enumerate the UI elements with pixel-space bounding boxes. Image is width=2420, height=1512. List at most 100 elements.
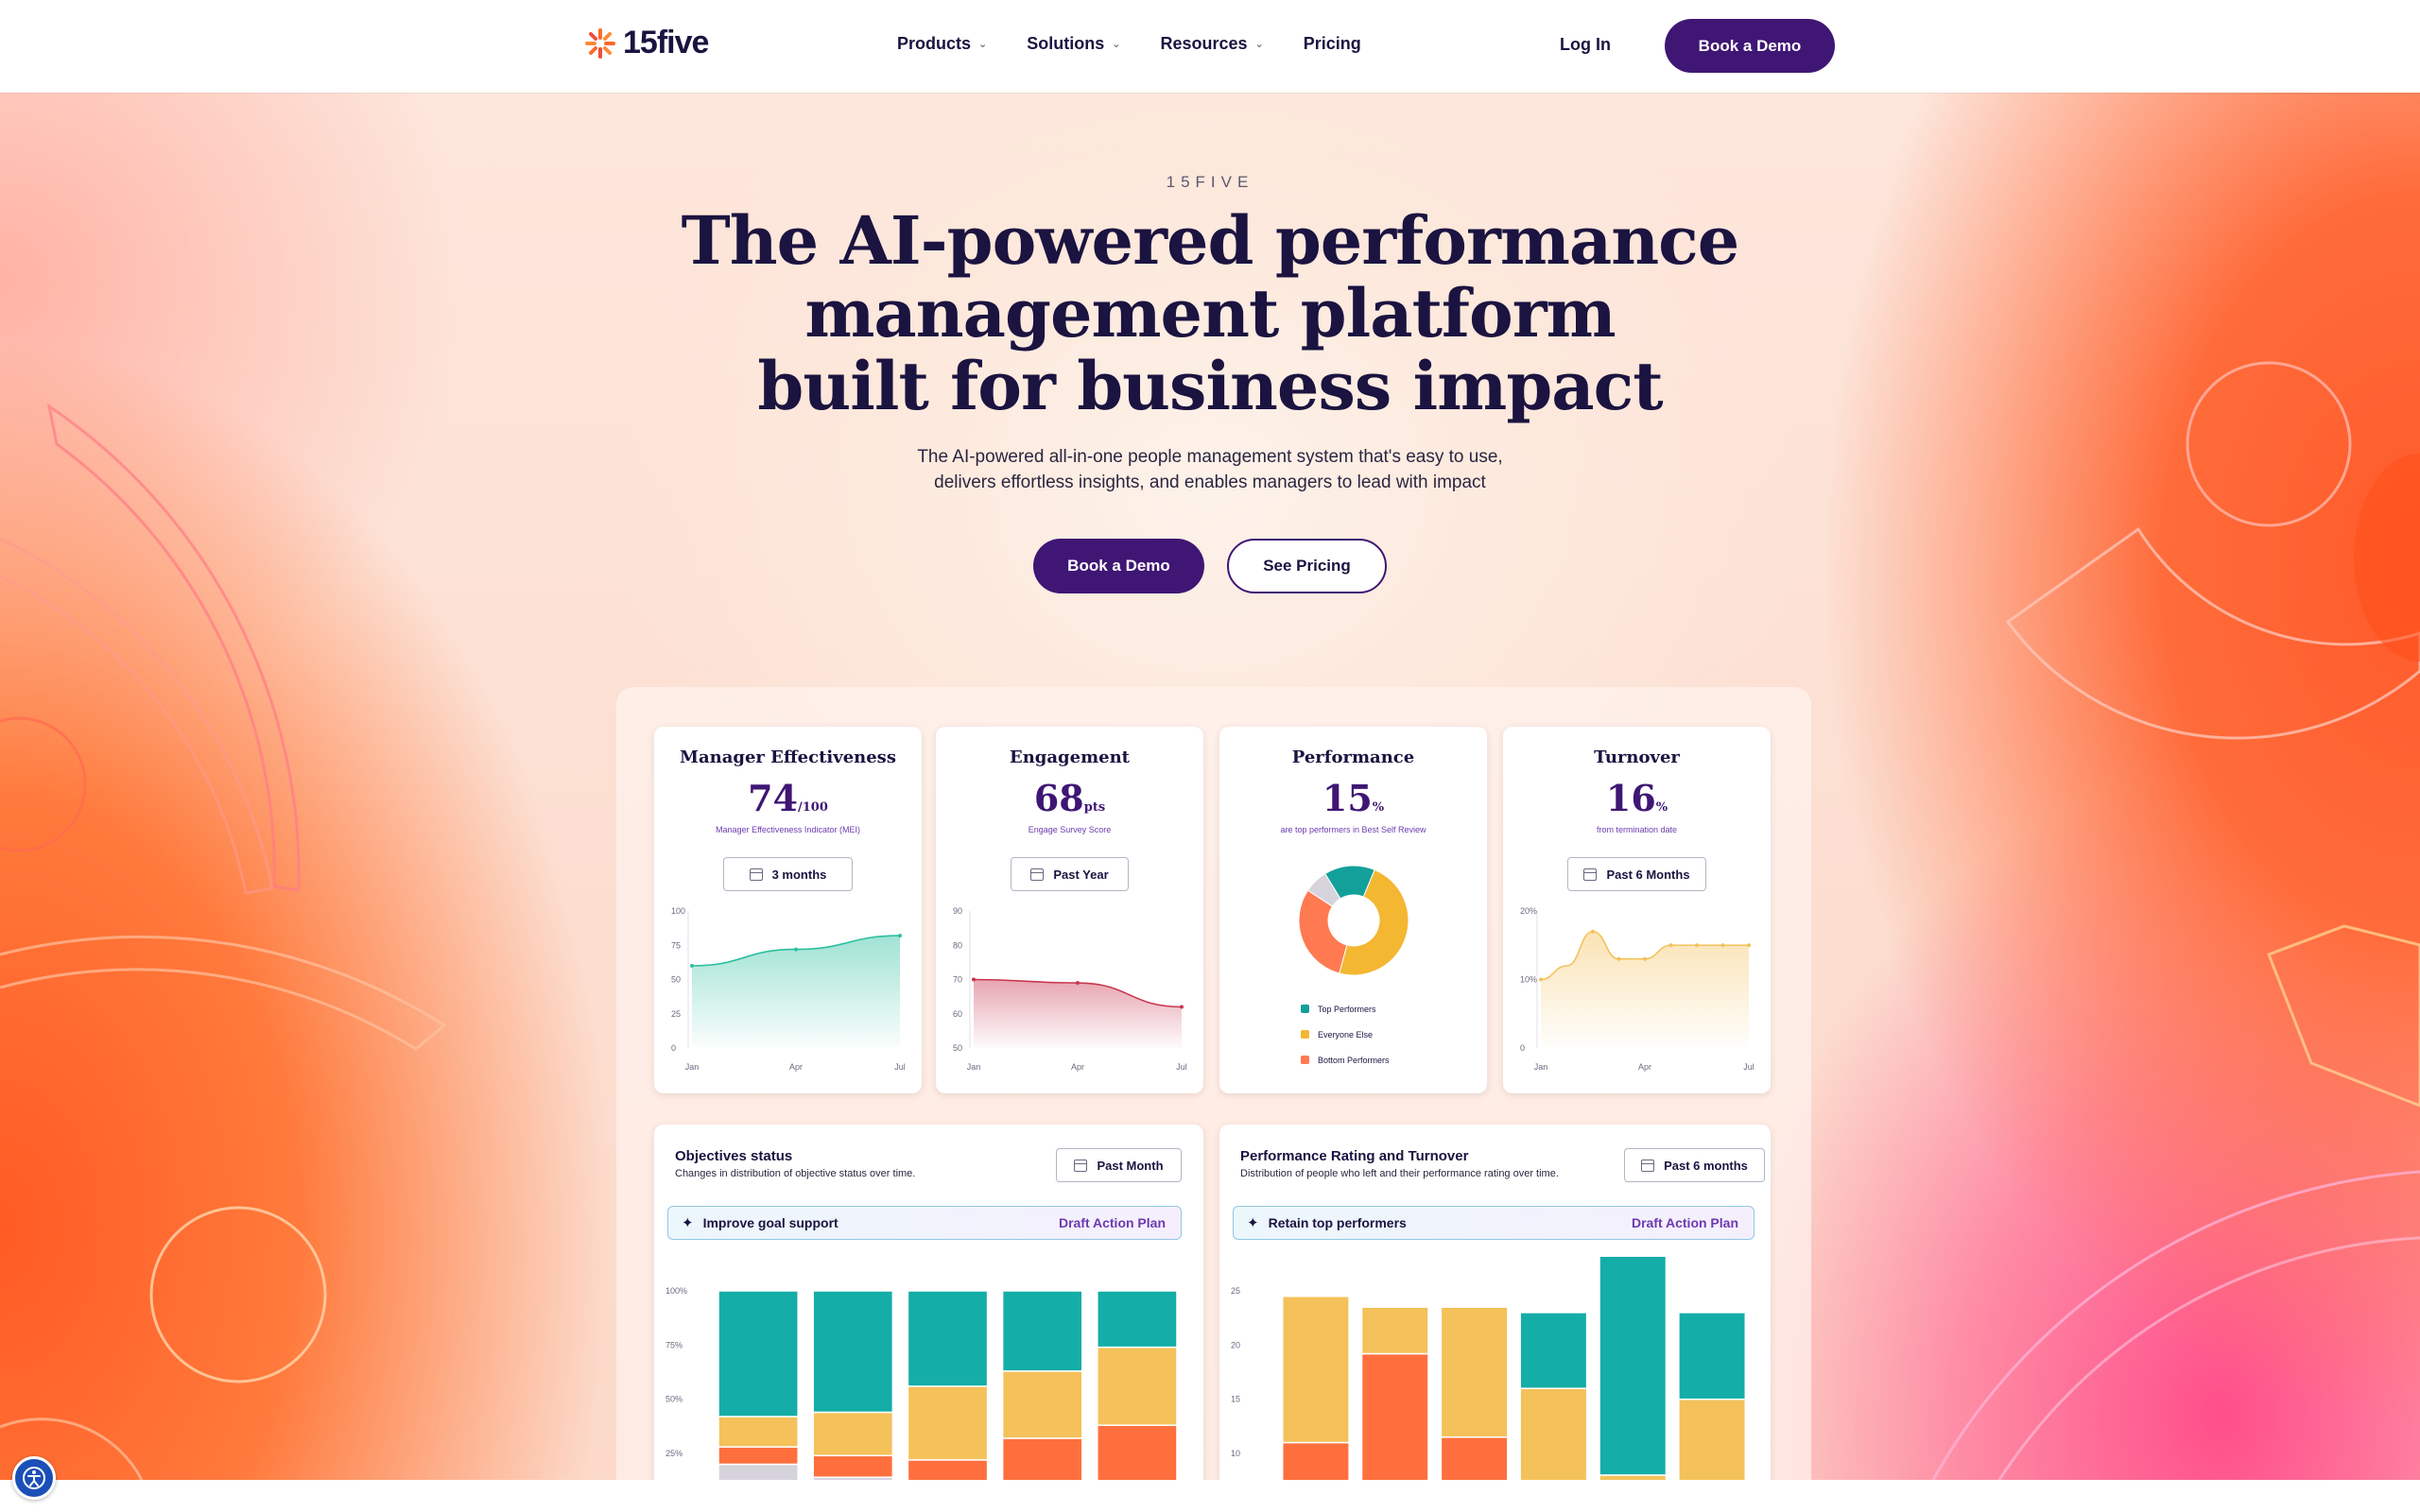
metric-number: 16 [1605, 777, 1656, 819]
nav-book-demo-button[interactable]: Book a Demo [1665, 19, 1835, 73]
bar-segment [1360, 1352, 1429, 1480]
card-title: Manager Effectiveness [680, 747, 896, 767]
sun-burst-icon [585, 27, 615, 59]
y-tick-label: 100 [671, 906, 685, 916]
accessibility-widget-button[interactable] [12, 1456, 56, 1500]
metric-caption: from termination date [1596, 825, 1678, 834]
date-range-filter[interactable]: Past Month [1056, 1148, 1182, 1182]
data-point [1720, 943, 1725, 948]
login-link[interactable]: Log In [1560, 35, 1611, 55]
bar-segment [1001, 1437, 1083, 1480]
bar-segment [1360, 1306, 1429, 1355]
data-point [898, 934, 902, 938]
data-point [794, 947, 798, 952]
data-point [1591, 929, 1595, 934]
bar-segment [1001, 1370, 1083, 1439]
x-tick-label: Apr [1638, 1062, 1651, 1072]
data-point [1076, 981, 1080, 986]
y-tick-label: 80 [953, 940, 962, 950]
widget-title: Performance Rating and Turnover [1240, 1148, 1469, 1164]
hero-subtitle: The AI-powered all-in-one people managem… [0, 444, 2420, 495]
date-range-filter[interactable]: 3 months [723, 857, 853, 891]
dashboard-preview: Manager Effectiveness 74/100 Manager Eff… [616, 687, 1811, 1480]
chevron-down-icon: ⌄ [978, 39, 988, 50]
x-tick-label: Jul [1176, 1062, 1187, 1072]
draft-action-plan-link[interactable]: Draft Action Plan [1059, 1215, 1166, 1230]
nav-pricing[interactable]: Pricing [1304, 34, 1361, 54]
metric-unit: pts [1083, 800, 1106, 815]
hero-eyebrow: 15FIVE [1166, 173, 1254, 191]
date-range-filter[interactable]: Past 6 months [1624, 1148, 1765, 1182]
y-tick-label: 25 [671, 1009, 681, 1019]
metric-number: 68 [1033, 777, 1084, 819]
banner-text: Retain top performers [1268, 1215, 1407, 1230]
series-area [1541, 931, 1749, 1048]
x-tick-label: Jan [1534, 1062, 1548, 1072]
date-range-filter[interactable]: Past 6 Months [1567, 857, 1706, 891]
page-bottom-edge [0, 1480, 2420, 1512]
metric-caption: Engage Survey Score [1028, 825, 1112, 834]
y-tick-label: 15 [1231, 1395, 1240, 1404]
bar-segment [812, 1454, 894, 1478]
y-tick-label: 90 [953, 906, 962, 916]
banner-text: Improve goal support [702, 1215, 838, 1230]
data-point [1539, 977, 1543, 982]
chevron-down-icon: ⌄ [1254, 39, 1264, 50]
nav-products-label: Products [897, 34, 972, 53]
chart-0: 0 25 50 75 100 Jan Apr Jul [671, 906, 906, 1072]
metric-value: 68pts [936, 777, 1203, 819]
legend-label: Everyone Else [1318, 1030, 1373, 1040]
main-menu: Products ⌄ Solutions ⌄ Resources ⌄ Pricing [897, 34, 1401, 54]
y-tick-label: 0 [671, 1043, 676, 1053]
see-pricing-button[interactable]: See Pricing [1227, 539, 1387, 593]
date-range-filter[interactable]: Past Year [1011, 857, 1129, 891]
filter-label: Past 6 months [1664, 1158, 1748, 1173]
nav-resources[interactable]: Resources ⌄ [1160, 34, 1263, 54]
x-tick-label: Apr [789, 1062, 803, 1072]
series-area [692, 936, 900, 1048]
y-tick-label: 100% [666, 1286, 687, 1296]
sparkle-icon: ✦ [682, 1215, 694, 1231]
x-tick-label: Jan [685, 1062, 700, 1072]
hero-book-demo-button[interactable]: Book a Demo [1033, 539, 1204, 593]
bar-segment [1440, 1436, 1509, 1480]
card-title: Turnover [1594, 747, 1680, 767]
objectives-status-card: Objectives status Changes in distributio… [654, 1125, 1203, 1480]
calendar-icon [1583, 868, 1598, 881]
logo-wordmark: 15five [623, 25, 709, 60]
y-tick-label: 75% [666, 1340, 683, 1349]
x-tick-label: Apr [1071, 1062, 1084, 1072]
data-point [1695, 943, 1699, 948]
data-point [1747, 943, 1751, 948]
filter-label: Past Month [1097, 1158, 1164, 1173]
widget-title: Objectives status [675, 1148, 793, 1164]
card-title: Engagement [1010, 747, 1130, 767]
ai-suggestion-banner[interactable]: ✦ Retain top performers Draft Action Plan [1233, 1206, 1754, 1240]
bar-segment [907, 1459, 989, 1480]
metric-number: 74 [748, 777, 798, 819]
ai-suggestion-banner[interactable]: ✦ Improve goal support Draft Action Plan [667, 1206, 1182, 1240]
turnover-card: Turnover 16% from termination date Past … [1503, 727, 1771, 1093]
hero-headline: The AI-powered performance management pl… [0, 204, 2420, 422]
calendar-icon [1641, 1159, 1655, 1172]
filter-label: Past 6 Months [1606, 867, 1690, 882]
nav-solutions[interactable]: Solutions ⌄ [1027, 34, 1120, 54]
brand-logo[interactable]: 15five [583, 25, 709, 61]
metric-caption: are top performers in Best Self Review [1280, 825, 1426, 834]
bar-segment [1519, 1312, 1588, 1389]
x-tick-label: Jan [967, 1062, 981, 1072]
y-tick-label: 25 [1231, 1286, 1240, 1296]
y-tick-label: 10 [1231, 1449, 1240, 1458]
pie-slice [1298, 889, 1348, 974]
nav-products[interactable]: Products ⌄ [897, 34, 987, 54]
data-point [1616, 956, 1621, 961]
y-tick-label: 50% [666, 1395, 683, 1404]
nav-pricing-label: Pricing [1303, 34, 1361, 53]
y-tick-label: 60 [953, 1009, 962, 1019]
metric-value: 74/100 [654, 777, 922, 819]
calendar-icon [749, 868, 763, 881]
bar-segment [1599, 1257, 1668, 1476]
draft-action-plan-link[interactable]: Draft Action Plan [1632, 1215, 1738, 1230]
chart-4: 25% 50% 75% 100% [666, 1286, 1178, 1480]
chart-3: 0 10% 20% Jan Apr Jul [1520, 906, 1754, 1072]
